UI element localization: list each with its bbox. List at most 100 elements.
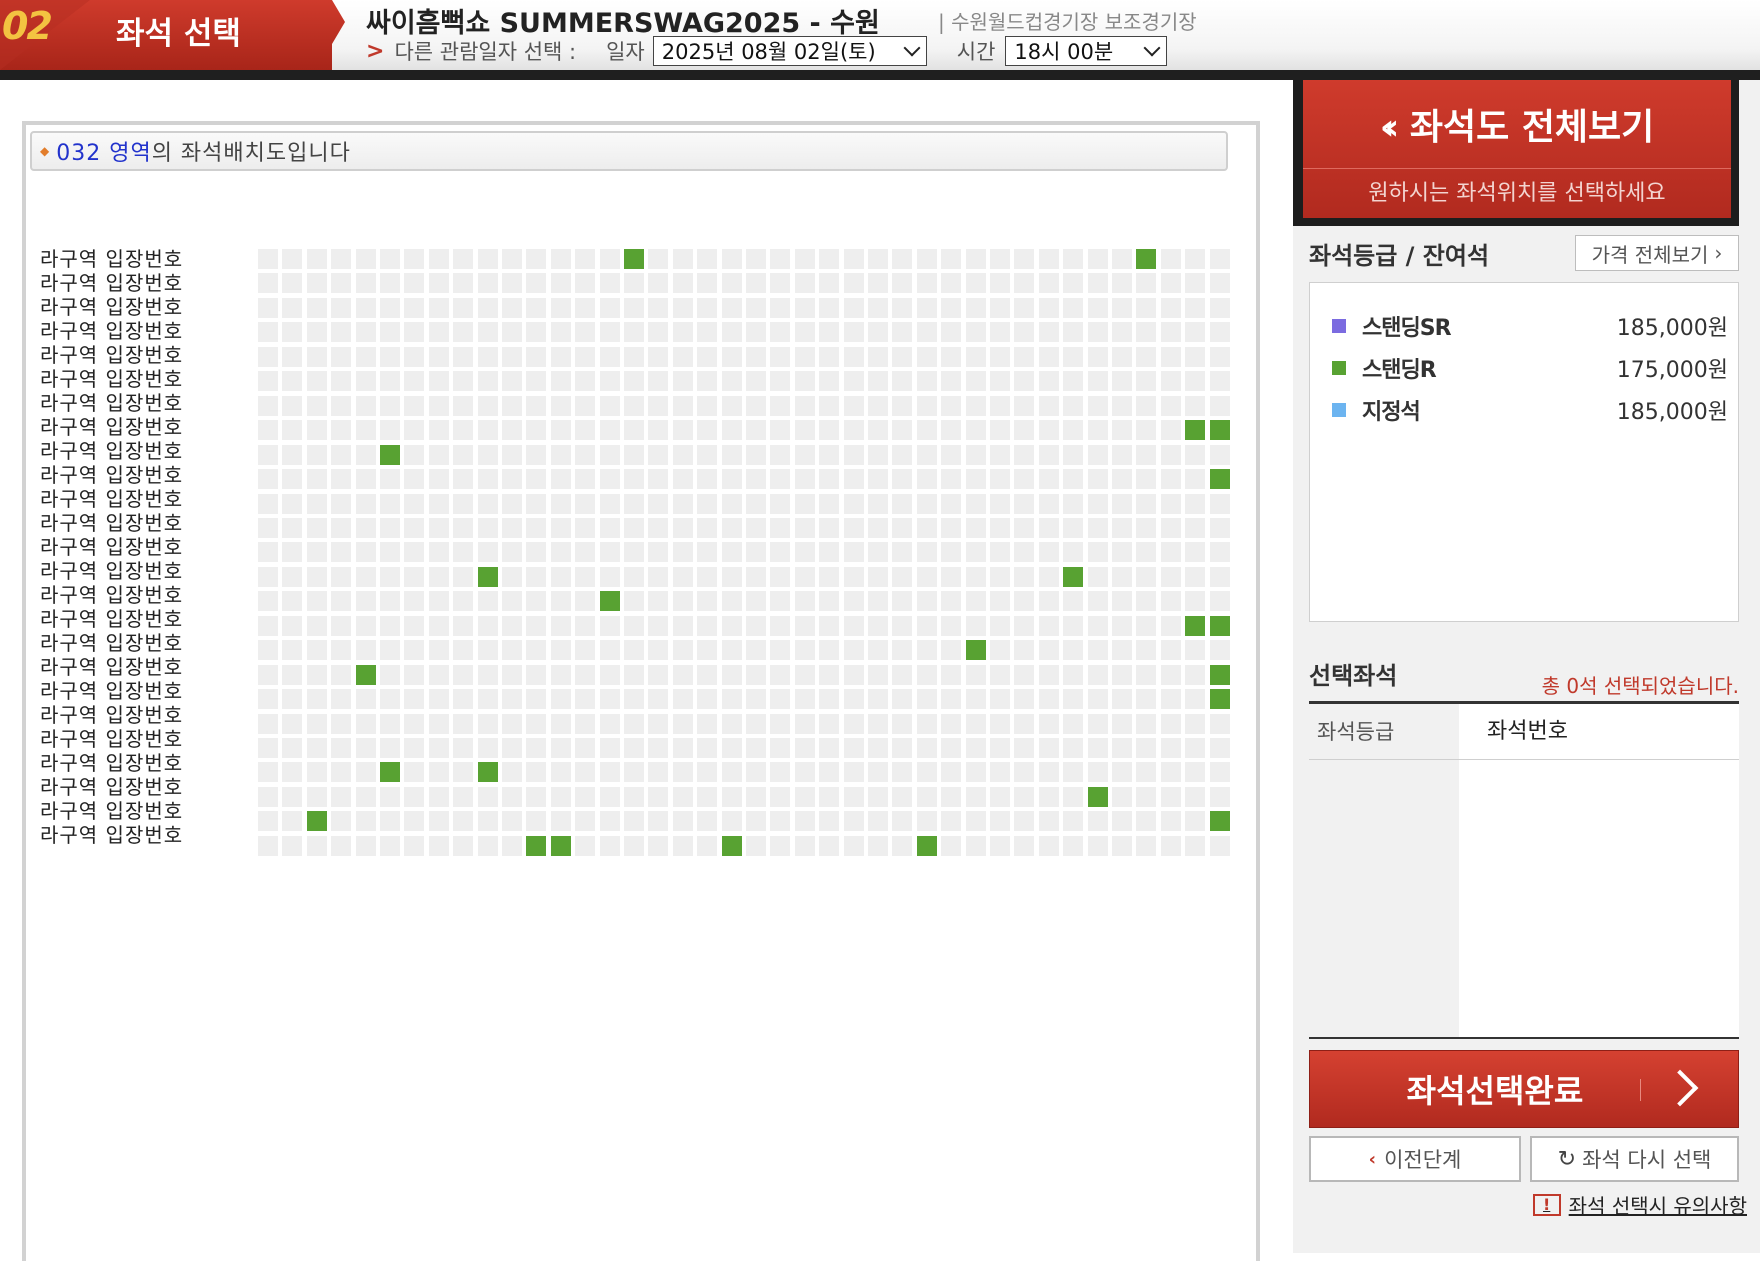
date-select[interactable]: 2025년 08월 02일(토)	[652, 36, 927, 66]
seat-unavailable	[648, 665, 668, 685]
seat-unavailable	[575, 689, 595, 709]
seat-available[interactable]	[551, 836, 571, 856]
seat-unavailable	[453, 616, 473, 636]
seat-unavailable	[1063, 787, 1083, 807]
row-label: 라구역 입장번호	[40, 319, 184, 343]
seat-unavailable	[1161, 420, 1181, 440]
view-all-seatmap-banner[interactable]: ‹‹ 좌석도 전체보기 원하시는 좌석위치를 선택하세요	[1293, 80, 1739, 226]
seat-unavailable	[429, 567, 449, 587]
seat-unavailable	[502, 591, 522, 611]
seat-available[interactable]	[1210, 469, 1230, 489]
seat-unavailable	[551, 396, 571, 416]
seat-available[interactable]	[356, 665, 376, 685]
complete-selection-button[interactable]: 좌석선택완료	[1309, 1050, 1739, 1128]
seat-available[interactable]	[1185, 616, 1205, 636]
seat-unavailable	[404, 542, 424, 562]
previous-step-button[interactable]: ‹ 이전단계	[1309, 1136, 1521, 1182]
seat-available[interactable]	[478, 762, 498, 782]
seat-available[interactable]	[1136, 249, 1156, 269]
seat-available[interactable]	[600, 591, 620, 611]
seat-unavailable	[941, 298, 961, 318]
diamond-bullet-icon: ◆	[40, 144, 51, 158]
reselect-seats-button[interactable]: ↻ 좌석 다시 선택	[1530, 1136, 1739, 1182]
seat-available[interactable]	[1210, 665, 1230, 685]
seat-unavailable	[331, 714, 351, 734]
seat-unavailable	[868, 738, 888, 758]
seat-available[interactable]	[380, 762, 400, 782]
seat-unavailable	[478, 689, 498, 709]
seat-unavailable	[697, 542, 717, 562]
seat-unavailable	[478, 714, 498, 734]
seat-unavailable	[648, 322, 668, 342]
seat-unavailable	[868, 322, 888, 342]
seat-unavailable	[331, 249, 351, 269]
seat-selection-notice-link[interactable]: ! 좌석 선택시 유의사항	[1532, 1190, 1747, 1219]
seat-unavailable	[1112, 494, 1132, 514]
seat-unavailable	[478, 298, 498, 318]
seat-unavailable	[307, 249, 327, 269]
seat-unavailable	[600, 347, 620, 367]
seat-unavailable	[819, 469, 839, 489]
seat-available[interactable]	[380, 445, 400, 465]
price-all-button[interactable]: 가격 전체보기 ›	[1575, 235, 1739, 271]
seat-unavailable	[941, 665, 961, 685]
seat-available[interactable]	[478, 567, 498, 587]
seat-unavailable	[1014, 371, 1034, 391]
seat-unavailable	[722, 469, 742, 489]
seat-unavailable	[941, 787, 961, 807]
seat-unavailable	[526, 298, 546, 318]
seat-unavailable	[1161, 567, 1181, 587]
time-select[interactable]: 18시 00분	[1005, 36, 1168, 66]
seat-unavailable	[819, 591, 839, 611]
seat-unavailable	[990, 298, 1010, 318]
grade-item-standing-r[interactable]: 스탠딩R 175,000원	[1332, 353, 1728, 383]
grade-item-reserved[interactable]: 지정석 185,000원	[1332, 395, 1728, 425]
seat-unavailable	[575, 273, 595, 293]
seat-unavailable	[673, 396, 693, 416]
seat-unavailable	[307, 322, 327, 342]
seat-unavailable	[941, 542, 961, 562]
grade-price: 175,000원	[1616, 358, 1728, 383]
seat-unavailable	[917, 322, 937, 342]
seat-available[interactable]	[1185, 420, 1205, 440]
seat-unavailable	[868, 347, 888, 367]
seat-available[interactable]	[722, 836, 742, 856]
seat-unavailable	[429, 518, 449, 538]
grade-item-standing-sr[interactable]: 스탠딩SR 185,000원	[1332, 311, 1728, 341]
seat-unavailable	[551, 762, 571, 782]
seat-available[interactable]	[307, 811, 327, 831]
seat-unavailable	[380, 689, 400, 709]
seat-unavailable	[770, 714, 790, 734]
seat-unavailable	[404, 836, 424, 856]
seat-unavailable	[331, 322, 351, 342]
seat-available[interactable]	[1063, 567, 1083, 587]
seat-available[interactable]	[966, 640, 986, 660]
seat-unavailable	[575, 567, 595, 587]
seat-unavailable	[526, 665, 546, 685]
seat-available[interactable]	[1088, 787, 1108, 807]
seat-unavailable	[502, 494, 522, 514]
seat-unavailable	[819, 665, 839, 685]
seat-unavailable	[697, 371, 717, 391]
seat-unavailable	[258, 738, 278, 758]
seat-unavailable	[624, 322, 644, 342]
seat-unavailable	[673, 811, 693, 831]
seat-unavailable	[1014, 469, 1034, 489]
view-all-seatmap-button[interactable]: ‹‹ 좌석도 전체보기 원하시는 좌석위치를 선택하세요	[1303, 80, 1731, 218]
seat-unavailable	[1088, 616, 1108, 636]
seat-unavailable	[1088, 738, 1108, 758]
seat-available[interactable]	[1210, 811, 1230, 831]
seat-unavailable	[746, 762, 766, 782]
seat-available[interactable]	[624, 249, 644, 269]
seat-available[interactable]	[917, 836, 937, 856]
seat-available[interactable]	[526, 836, 546, 856]
seat-unavailable	[624, 273, 644, 293]
seat-available[interactable]	[1210, 689, 1230, 709]
seat-unavailable	[600, 542, 620, 562]
seat-unavailable	[868, 494, 888, 514]
row-label: 라구역 입장번호	[40, 295, 184, 319]
seat-available[interactable]	[1210, 420, 1230, 440]
seat-unavailable	[941, 616, 961, 636]
seat-available[interactable]	[1210, 616, 1230, 636]
seat-unavailable	[941, 762, 961, 782]
